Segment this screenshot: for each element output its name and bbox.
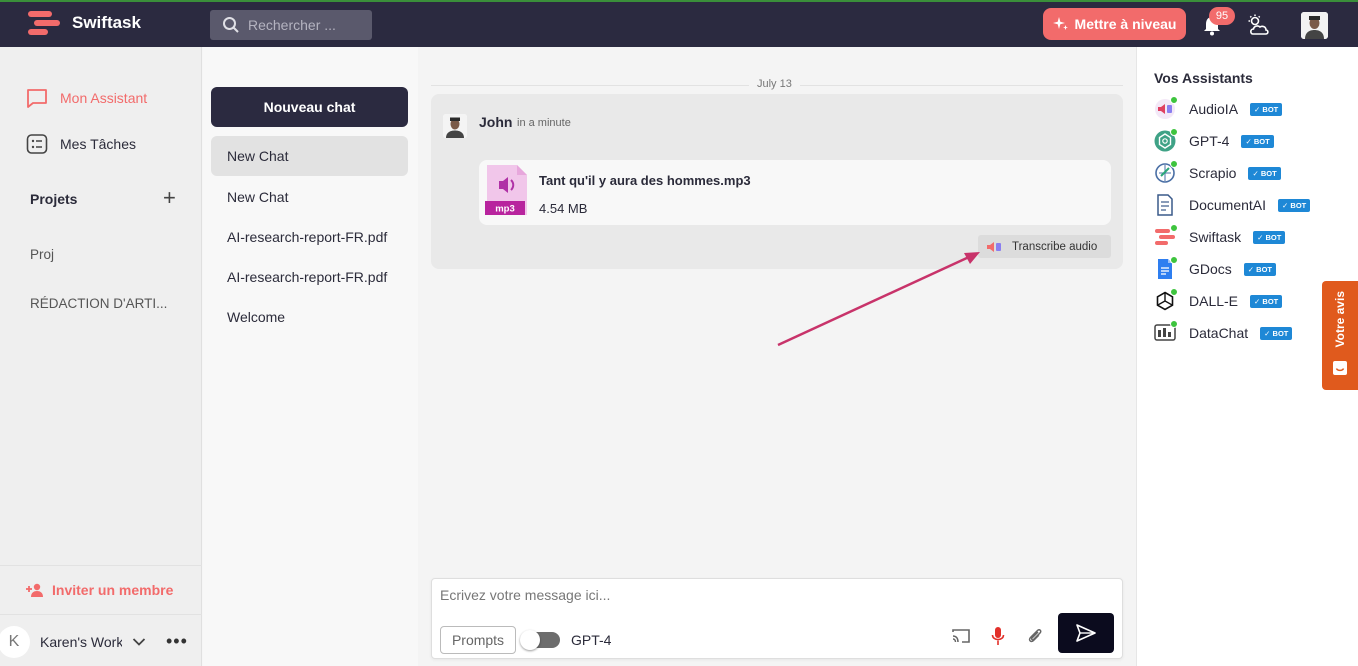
prompts-button[interactable]: Prompts	[440, 626, 516, 654]
assistant-name: GPT-4	[1189, 133, 1230, 149]
tasks-icon	[26, 134, 48, 154]
file-type-label: mp3	[495, 204, 515, 215]
nav-label: Mon Assistant	[60, 90, 148, 106]
send-icon	[1076, 624, 1096, 642]
top-bar: Swiftask Mettre à niveau 95	[0, 0, 1358, 47]
workspace-name: Karen's Work	[40, 633, 122, 650]
chat-list-panel: Nouveau chat New Chat New Chat AI-resear…	[203, 47, 418, 666]
add-user-icon	[26, 583, 43, 597]
nav-mes-taches[interactable]: Mes Tâches	[26, 134, 136, 154]
attachment-icon[interactable]	[1024, 625, 1046, 647]
chat-item[interactable]: New Chat	[211, 177, 408, 217]
bot-badge: ✓ BOT	[1260, 326, 1293, 340]
assistant-scrapio[interactable]: Scrapio ✓ BOT	[1154, 160, 1281, 185]
model-label: GPT-4	[571, 632, 612, 648]
message-time: in a minute	[517, 117, 571, 129]
transcribe-audio-button[interactable]: Transcribe audio	[978, 235, 1111, 258]
sparkle-icon	[1052, 17, 1068, 30]
send-button[interactable]	[1058, 613, 1114, 653]
chevron-down-icon[interactable]	[132, 637, 146, 647]
upgrade-label: Mettre à niveau	[1074, 16, 1177, 32]
left-sidebar: Mon Assistant Mes Tâches Projets + Proj …	[0, 47, 202, 666]
audio-file-icon: mp3	[485, 165, 527, 215]
upgrade-button[interactable]: Mettre à niveau	[1043, 8, 1186, 40]
message-bubble: John in a minute mp3 Tant qu'il y aura d…	[431, 94, 1123, 269]
project-item[interactable]: Proj	[30, 247, 54, 262]
message-input[interactable]	[440, 587, 1040, 609]
search-input[interactable]	[248, 17, 358, 33]
swiftask-logo-icon	[28, 11, 60, 35]
toggle-knob	[520, 630, 540, 650]
search-icon	[223, 17, 239, 33]
notification-badge: 95	[1209, 7, 1235, 25]
projects-heading: Projets	[30, 191, 78, 207]
chat-item[interactable]: AI-research-report-FR.pdf	[211, 217, 408, 257]
search-box[interactable]	[210, 10, 372, 40]
add-project-icon[interactable]: +	[163, 187, 176, 209]
new-chat-button[interactable]: Nouveau chat	[211, 87, 408, 127]
chat-area: July 13 John in a minute mp3 Tant qu'il …	[418, 47, 1136, 666]
assistant-name: DALL-E	[1189, 293, 1239, 309]
feedback-label: Votre avis	[1333, 291, 1347, 348]
invite-member-button[interactable]: Inviter un membre	[0, 565, 202, 615]
more-options-icon[interactable]: •••	[166, 631, 188, 652]
bot-badge: ✓ BOT	[1278, 198, 1311, 212]
assistant-name: AudioIA	[1189, 101, 1239, 117]
nav-mon-assistant[interactable]: Mon Assistant	[26, 88, 147, 108]
feedback-tab[interactable]: Votre avis	[1322, 281, 1358, 390]
chat-item[interactable]: Welcome	[211, 297, 408, 337]
message-author: John	[479, 114, 513, 130]
assistant-gdocs[interactable]: GDocs ✓ BOT	[1154, 256, 1276, 281]
assistant-name: Swiftask	[1189, 229, 1242, 245]
smiley-icon	[1333, 361, 1347, 375]
assistant-name: GDocs	[1189, 261, 1232, 277]
document-icon	[1157, 194, 1173, 216]
assistant-name: Scrapio	[1189, 165, 1237, 181]
workspace-switcher[interactable]: K Karen's Work •••	[0, 617, 202, 666]
chat-item[interactable]: AI-research-report-FR.pdf	[211, 257, 408, 297]
user-photo-icon	[443, 114, 467, 138]
message-composer: Prompts GPT-4	[431, 578, 1123, 659]
file-attachment[interactable]: mp3 Tant qu'il y aura des hommes.mp3 4.5…	[479, 160, 1111, 225]
file-size: 4.54 MB	[539, 201, 588, 216]
assistant-documentai[interactable]: DocumentAI ✓ BOT	[1154, 193, 1311, 217]
chat-bubble-icon	[27, 89, 47, 108]
assistant-name: DataChat	[1189, 325, 1249, 341]
cast-icon[interactable]	[950, 625, 972, 647]
project-item[interactable]: RÉDACTION D'ARTI...	[30, 296, 167, 311]
assistant-audioia[interactable]: AudioIA ✓ BOT	[1154, 96, 1283, 121]
bot-badge: ✓ BOT	[1250, 102, 1283, 116]
bot-badge: ✓ BOT	[1241, 134, 1274, 148]
nav-label: Mes Tâches	[60, 136, 136, 152]
chat-item[interactable]: New Chat	[211, 136, 408, 176]
author-avatar	[443, 114, 467, 138]
bot-badge: ✓ BOT	[1253, 230, 1286, 244]
assistant-gpt-4[interactable]: GPT-4 ✓ BOT	[1154, 128, 1274, 153]
bot-badge: ✓ BOT	[1250, 294, 1283, 308]
invite-label: Inviter un membre	[52, 582, 174, 598]
user-photo-icon	[1301, 12, 1328, 39]
weather-icon[interactable]	[1247, 14, 1271, 38]
workspace-avatar: K	[0, 625, 30, 658]
bot-badge: ✓ BOT	[1243, 262, 1276, 276]
app-logo[interactable]: Swiftask	[26, 10, 141, 36]
model-toggle[interactable]	[520, 630, 560, 650]
assistant-name: DocumentAI	[1189, 197, 1267, 213]
microphone-icon[interactable]	[987, 625, 1009, 647]
app-name: Swiftask	[72, 13, 141, 32]
user-avatar[interactable]	[1301, 12, 1328, 39]
audio-transcribe-icon	[987, 241, 1001, 252]
file-name: Tant qu'il y aura des hommes.mp3	[539, 173, 751, 188]
date-label: July 13	[749, 78, 800, 90]
transcribe-label: Transcribe audio	[1012, 240, 1098, 253]
assistant-dall-e[interactable]: DALL-E ✓ BOT	[1154, 288, 1283, 313]
assistant-swiftask[interactable]: Swiftask ✓ BOT	[1154, 224, 1286, 249]
assistant-datachat[interactable]: DataChat ✓ BOT	[1154, 320, 1293, 345]
bot-badge: ✓ BOT	[1248, 166, 1281, 180]
assistants-title: Vos Assistants	[1154, 70, 1253, 86]
